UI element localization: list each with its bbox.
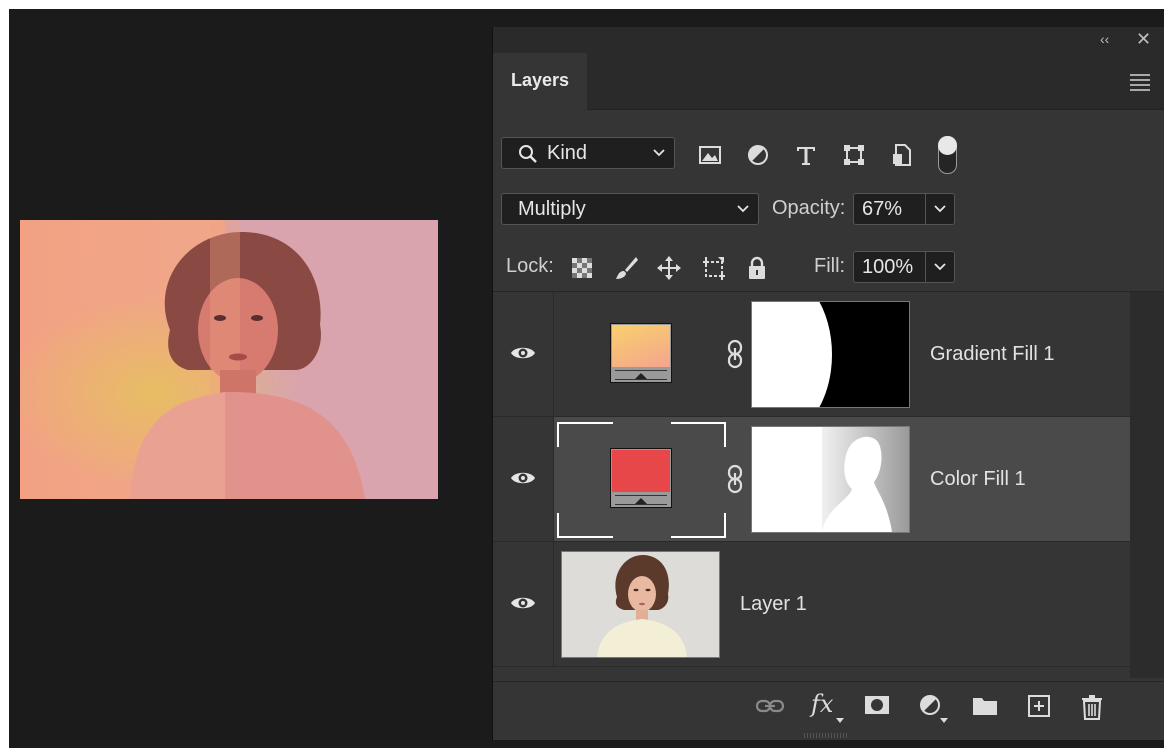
- smart-object-filter-icon[interactable]: [890, 143, 914, 167]
- collapse-panel-icon[interactable]: ‹‹: [1100, 31, 1109, 47]
- chevron-down-icon: [653, 149, 665, 157]
- canvas-image[interactable]: [20, 220, 438, 499]
- image-filter-icon[interactable]: [698, 143, 722, 167]
- lock-paint-icon[interactable]: [613, 255, 639, 281]
- layer-row-color-fill[interactable]: Color Fill 1: [493, 417, 1130, 542]
- lock-artboard-icon[interactable]: [701, 255, 727, 281]
- eye-icon: [511, 347, 535, 359]
- shape-filter-icon[interactable]: [842, 143, 866, 167]
- panel-title-bar: ‹‹ ✕: [493, 27, 1164, 53]
- lock-label: Lock:: [506, 255, 554, 277]
- tab-layers[interactable]: Layers: [493, 53, 587, 110]
- layers-bottom-toolbar: fx: [493, 681, 1164, 732]
- kind-filter-dropdown[interactable]: Kind: [501, 137, 675, 169]
- kind-label: Kind: [547, 142, 588, 164]
- adjustment-dropdown-icon: [940, 718, 948, 723]
- blend-row: Multiply Opacity: 67%: [493, 179, 1164, 235]
- chain-link-icon[interactable]: [726, 339, 744, 369]
- link-layers-icon[interactable]: [755, 696, 785, 716]
- group-folder-icon[interactable]: [971, 694, 999, 718]
- type-filter-icon[interactable]: [794, 143, 818, 167]
- blend-mode-value: Multiply: [518, 198, 586, 220]
- layer-row-layer-1[interactable]: Layer 1: [493, 542, 1130, 667]
- gradient-mask-thumbnail[interactable]: [751, 301, 910, 408]
- lock-position-icon[interactable]: [656, 255, 682, 281]
- layers-list: Gradient Fill 1 Color Fill 1 Layer 1: [493, 292, 1130, 678]
- opacity-field[interactable]: 67%: [853, 193, 955, 225]
- filter-row: Kind: [493, 109, 1164, 179]
- panel-menu-icon[interactable]: [1130, 74, 1150, 94]
- photo-thumbnail[interactable]: [561, 551, 720, 658]
- layer-name[interactable]: Layer 1: [740, 593, 807, 616]
- eye-icon: [511, 597, 535, 609]
- visibility-toggle[interactable]: [493, 542, 554, 666]
- panel-tab-bar: Layers: [493, 53, 1164, 110]
- layer-name[interactable]: Color Fill 1: [930, 468, 1026, 491]
- layer-row-gradient-fill[interactable]: Gradient Fill 1: [493, 292, 1130, 417]
- layers-panel: ‹‹ ✕ Layers Kind Multiply Opacity: 67% L…: [492, 27, 1164, 740]
- app-window: ‹‹ ✕ Layers Kind Multiply Opacity: 67% L…: [9, 9, 1164, 748]
- layers-scrollbar[interactable]: [1130, 292, 1164, 678]
- fx-icon[interactable]: fx: [811, 690, 833, 718]
- fill-value: 100%: [862, 256, 914, 278]
- panel-resize-grip[interactable]: [804, 733, 848, 738]
- chain-link-icon[interactable]: [726, 464, 744, 494]
- opacity-value: 67%: [862, 198, 903, 220]
- adjustment-filter-icon[interactable]: [746, 143, 770, 167]
- fill-label: Fill:: [814, 255, 846, 277]
- chevron-down-icon: [737, 205, 749, 213]
- close-icon[interactable]: ✕: [1136, 29, 1151, 50]
- lock-row: Lock: Fill: 100%: [493, 235, 1164, 292]
- delete-icon[interactable]: [1081, 694, 1103, 720]
- visibility-toggle[interactable]: [493, 417, 554, 541]
- filter-toggle[interactable]: [938, 136, 957, 174]
- color-swatch: [612, 450, 670, 492]
- chevron-down-icon: [934, 263, 946, 271]
- color-fill-thumbnail[interactable]: [610, 448, 672, 508]
- lock-all-icon[interactable]: [744, 255, 770, 281]
- lock-transparency-icon[interactable]: [569, 255, 595, 281]
- visibility-toggle[interactable]: [493, 292, 554, 416]
- search-icon: [519, 145, 537, 163]
- gradient-swatch: [612, 325, 670, 367]
- color-fill-mask-thumbnail[interactable]: [751, 426, 910, 533]
- fill-field[interactable]: 100%: [853, 251, 955, 283]
- eye-icon: [511, 472, 535, 484]
- adjustment-layer-icon[interactable]: [919, 694, 943, 718]
- gradient-fill-thumbnail[interactable]: [610, 323, 672, 383]
- layer-name[interactable]: Gradient Fill 1: [930, 343, 1055, 366]
- blend-mode-dropdown[interactable]: Multiply: [501, 193, 759, 225]
- chevron-down-icon: [934, 205, 946, 213]
- mask-icon[interactable]: [864, 694, 890, 716]
- fx-dropdown-icon: [836, 718, 844, 723]
- opacity-label: Opacity:: [772, 197, 846, 219]
- new-layer-icon[interactable]: [1027, 694, 1051, 718]
